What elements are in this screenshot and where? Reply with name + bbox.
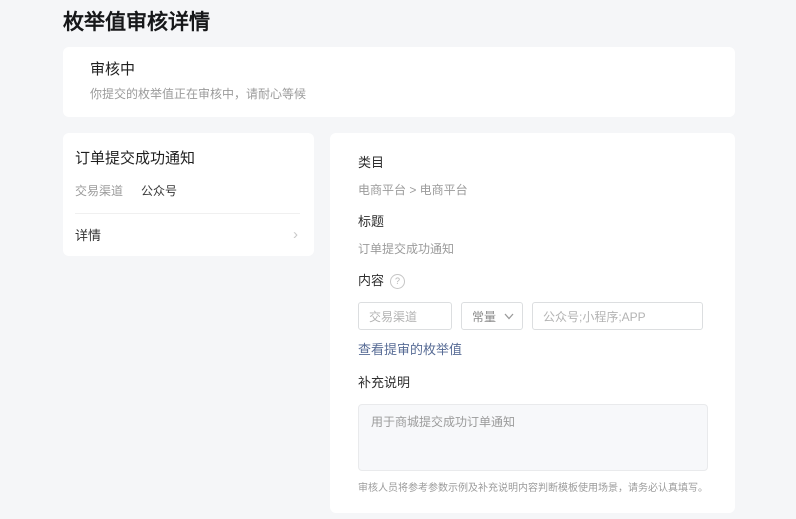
view-enum-values-link[interactable]: 查看提审的枚举值 — [358, 342, 462, 358]
note-field: 补充说明 用于商城提交成功订单通知 审核人员将参考参数示例及补充说明内容判断模板… — [358, 375, 708, 495]
content-label-row: 内容 ? — [358, 273, 708, 289]
param-type-select[interactable]: 常量 — [461, 302, 523, 330]
category-label: 类目 — [358, 155, 708, 171]
template-detail-link[interactable]: 详情 › — [75, 214, 300, 256]
title-value: 订单提交成功通知 — [358, 242, 708, 257]
note-textarea[interactable]: 用于商城提交成功订单通知 — [358, 404, 708, 471]
category-field: 类目 电商平台 > 电商平台 — [358, 155, 708, 198]
content-field: 内容 ? 常量 查看提审的枚举值 — [358, 273, 708, 359]
page-title: 枚举值审核详情 — [63, 9, 796, 37]
detail-label: 详情 — [75, 225, 101, 244]
status-title: 审核中 — [90, 60, 708, 80]
template-summary-card: 订单提交成功通知 交易渠道 公众号 详情 › — [63, 133, 314, 256]
parameter-row: 常量 — [358, 302, 708, 330]
template-channel-row: 交易渠道 公众号 — [75, 183, 300, 199]
param-example-input[interactable] — [532, 302, 703, 330]
content-label: 内容 — [358, 273, 384, 289]
review-detail-card: 类目 电商平台 > 电商平台 标题 订单提交成功通知 内容 ? 常量 — [330, 133, 735, 513]
category-value: 电商平台 > 电商平台 — [358, 183, 708, 198]
chevron-down-icon — [504, 309, 514, 323]
title-field: 标题 订单提交成功通知 — [358, 214, 708, 257]
template-title: 订单提交成功通知 — [75, 149, 300, 169]
param-type-value: 常量 — [472, 308, 496, 325]
review-hint-text: 审核人员将参考参数示例及补充说明内容判断模板使用场景，请务必认真填写。 — [358, 482, 708, 495]
content-columns: 订单提交成功通知 交易渠道 公众号 详情 › 类目 电商平台 > 电商平台 标题… — [63, 133, 796, 513]
page: 枚举值审核详情 审核中 你提交的枚举值正在审核中，请耐心等候 订单提交成功通知 … — [0, 0, 796, 513]
param-name-input[interactable] — [358, 302, 452, 330]
chevron-right-icon: › — [293, 228, 298, 241]
channel-label: 交易渠道 — [75, 183, 123, 199]
status-description: 你提交的枚举值正在审核中，请耐心等候 — [90, 86, 708, 102]
title-label: 标题 — [358, 214, 708, 230]
channel-value: 公众号 — [141, 183, 177, 199]
review-status-card: 审核中 你提交的枚举值正在审核中，请耐心等候 — [63, 47, 735, 117]
help-icon[interactable]: ? — [390, 274, 405, 289]
note-label: 补充说明 — [358, 375, 708, 391]
